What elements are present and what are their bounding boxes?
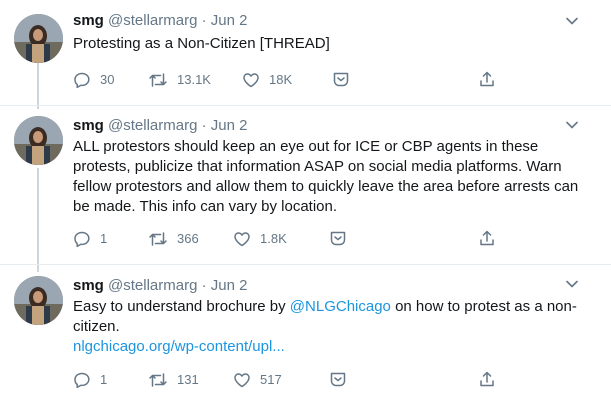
retweet-count: 366 [177, 231, 199, 246]
share-icon [478, 70, 496, 88]
retweet-button[interactable]: 131 [148, 370, 199, 390]
message-icon [329, 370, 347, 388]
reply-button[interactable]: 1 [73, 370, 107, 390]
like-button[interactable]: 517 [233, 370, 282, 390]
display-name[interactable]: smg [73, 117, 104, 134]
avatar[interactable] [14, 276, 63, 325]
avatar[interactable] [14, 116, 63, 165]
reply-count: 1 [100, 372, 108, 387]
message-icon [329, 229, 347, 247]
timestamp[interactable]: Jun 2 [211, 277, 248, 294]
tweet[interactable]: smg @stellarmarg · Jun 2 ALL protestors … [0, 106, 611, 264]
separator: · [201, 12, 207, 29]
like-icon [233, 230, 251, 248]
reply-icon [73, 71, 91, 89]
handle[interactable]: @stellarmarg [108, 117, 197, 134]
share-icon [478, 229, 496, 247]
tweet-header: smg @stellarmarg · Jun 2 [73, 117, 247, 135]
message-button[interactable] [329, 370, 347, 388]
reply-icon [73, 371, 91, 389]
retweet-count: 131 [177, 372, 199, 387]
chevron-down-icon[interactable] [564, 13, 580, 29]
tweet-actions: 1 366 1.8K [73, 229, 593, 249]
like-icon [242, 71, 260, 89]
like-count: 18K [269, 72, 293, 87]
handle[interactable]: @stellarmarg [108, 12, 197, 29]
tweet-text-part: Easy to understand brochure by [73, 298, 290, 315]
reply-button[interactable]: 30 [73, 70, 114, 90]
message-button[interactable] [332, 70, 350, 88]
avatar[interactable] [14, 14, 63, 63]
tweet-header: smg @stellarmarg · Jun 2 [73, 12, 247, 30]
tweet-text: ALL protestors should keep an eye out fo… [73, 138, 579, 215]
separator: · [201, 117, 207, 134]
tweet-header: smg @stellarmarg · Jun 2 [73, 277, 247, 295]
timestamp[interactable]: Jun 2 [211, 117, 248, 134]
display-name[interactable]: smg [73, 12, 104, 29]
retweet-count: 13.1K [177, 72, 211, 87]
mention-link[interactable]: @NLGChicago [290, 298, 391, 315]
share-icon [478, 370, 496, 388]
tweet[interactable]: smg @stellarmarg · Jun 2 Easy to underst… [0, 265, 611, 402]
message-button[interactable] [329, 229, 347, 247]
tweet-text: Easy to understand brochure by @NLGChica… [73, 297, 593, 357]
timestamp[interactable]: Jun 2 [211, 12, 248, 29]
share-button[interactable] [478, 229, 496, 247]
separator: · [201, 277, 207, 294]
retweet-icon [148, 71, 168, 89]
like-count: 1.8K [260, 231, 287, 246]
share-button[interactable] [478, 70, 496, 88]
reply-count: 30 [100, 72, 115, 87]
like-button[interactable]: 1.8K [233, 229, 287, 249]
reply-count: 1 [100, 231, 108, 246]
retweet-icon [148, 371, 168, 389]
message-icon [332, 70, 350, 88]
tweet-text: Protesting as a Non-Citizen [THREAD] [73, 35, 330, 52]
chevron-down-icon[interactable] [564, 117, 580, 133]
retweet-icon [148, 230, 168, 248]
tweet-actions: 1 131 517 [73, 370, 593, 390]
reply-icon [73, 230, 91, 248]
handle[interactable]: @stellarmarg [108, 277, 197, 294]
share-button[interactable] [478, 370, 496, 388]
retweet-button[interactable]: 13.1K [148, 70, 211, 90]
reply-button[interactable]: 1 [73, 229, 107, 249]
like-count: 517 [260, 372, 282, 387]
like-icon [233, 371, 251, 389]
url-link[interactable]: nlgchicago.org/wp-content/upl... [73, 338, 285, 355]
chevron-down-icon[interactable] [564, 276, 580, 292]
like-button[interactable]: 18K [242, 70, 292, 90]
tweet[interactable]: smg @stellarmarg · Jun 2 Protesting as a… [0, 0, 611, 105]
tweet-actions: 30 13.1K 18K [73, 70, 593, 90]
retweet-button[interactable]: 366 [148, 229, 199, 249]
display-name[interactable]: smg [73, 277, 104, 294]
